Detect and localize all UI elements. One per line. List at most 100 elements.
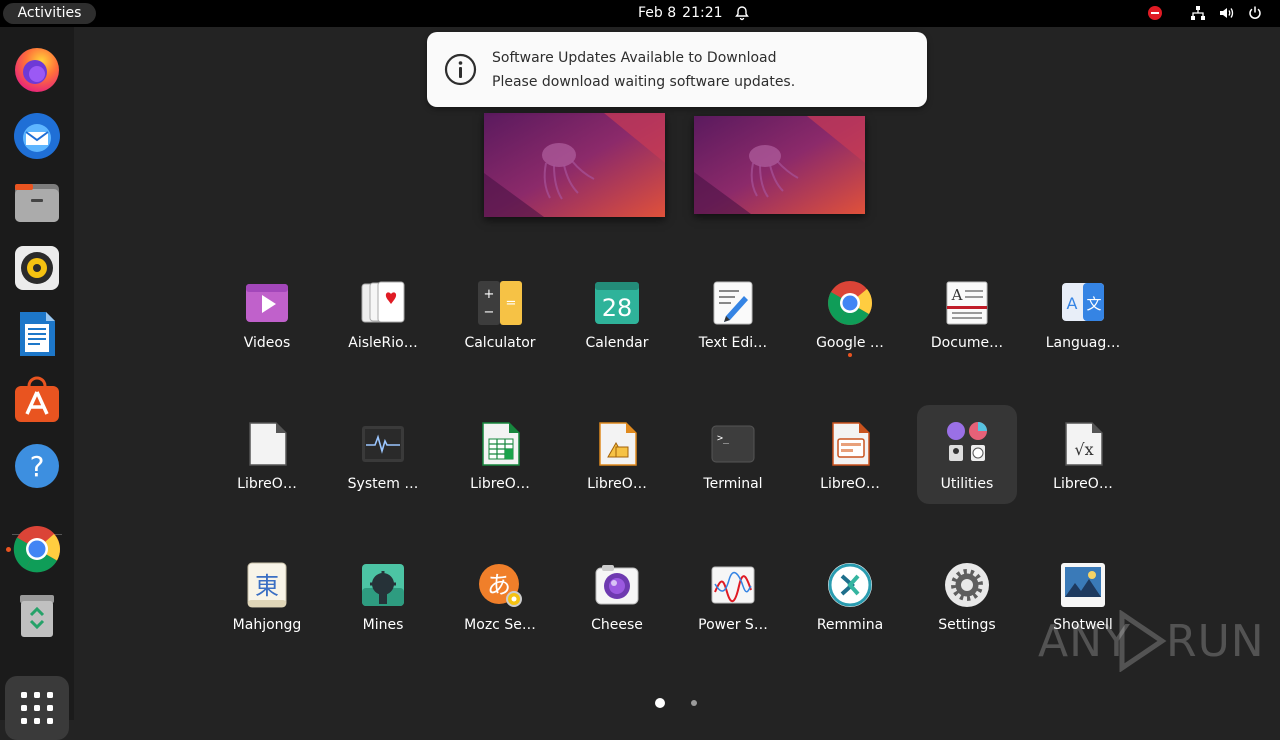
firefox-icon[interactable] (11, 43, 63, 95)
app-label: LibreO… (1053, 476, 1113, 492)
running-indicator (848, 353, 852, 357)
show-apps-button[interactable] (5, 676, 69, 740)
app-google-chrome[interactable]: Google … (800, 268, 900, 368)
libreoffice-calc-icon (482, 422, 520, 466)
app-mahjongg[interactable]: 東 Mahjongg (217, 550, 317, 650)
settings-icon (945, 563, 989, 607)
app-videos[interactable]: Videos (217, 268, 317, 368)
network-icon[interactable] (1190, 5, 1206, 21)
calculator-icon: + − = (478, 281, 522, 325)
app-document-viewer[interactable]: A Docume… (917, 268, 1017, 368)
chrome-icon (828, 281, 872, 325)
app-label: Languag… (1045, 335, 1121, 351)
app-label: Mahjongg (232, 617, 302, 633)
svg-text:?: ? (30, 450, 45, 483)
play-logo-icon (1119, 610, 1167, 672)
rhythmbox-icon[interactable] (11, 242, 63, 294)
clock-date: Feb 8 (638, 5, 677, 21)
app-mozc-setup[interactable]: あ Mozc Se… (450, 550, 550, 650)
notification-banner[interactable]: Software Updates Available to Download P… (427, 32, 927, 107)
app-calculator[interactable]: + − = Calculator (450, 268, 550, 368)
app-calendar[interactable]: 28 Calendar (567, 268, 667, 368)
app-aisleriot[interactable]: AisleRio… (333, 268, 433, 368)
app-label: LibreO… (237, 476, 297, 492)
app-settings[interactable]: Settings (917, 550, 1017, 650)
language-icon: A 文 (1062, 283, 1104, 321)
app-label: Terminal (703, 476, 763, 492)
svg-text:28: 28 (602, 294, 633, 322)
volume-icon[interactable] (1218, 5, 1234, 21)
app-label: Utilities (940, 476, 994, 492)
thunderbird-icon[interactable] (11, 110, 63, 162)
app-label: Docume… (930, 335, 1004, 351)
remmina-icon (828, 563, 872, 607)
libreoffice-draw-icon (599, 422, 637, 466)
power-icon[interactable] (1247, 5, 1263, 21)
workspace-thumbnail-2[interactable] (694, 116, 865, 214)
terminal-icon: >_ (711, 425, 755, 463)
top-bar: Activities Feb 8 21:21 (0, 0, 1280, 27)
clock-button[interactable]: Feb 8 21:21 (638, 4, 723, 22)
show-apps-grid-icon (21, 692, 53, 724)
app-label: Text Edi… (698, 335, 768, 351)
app-label: Mines (362, 617, 404, 633)
files-icon[interactable] (11, 176, 63, 228)
svg-text:=: = (506, 296, 517, 311)
app-label: Videos (243, 335, 291, 351)
svg-text:−: − (484, 305, 495, 320)
page-indicator-2[interactable] (691, 700, 697, 706)
svg-text:A: A (1067, 294, 1078, 313)
trash-icon[interactable] (11, 589, 63, 641)
notification-body: Please download waiting software updates… (492, 74, 796, 90)
page-indicator-1[interactable] (655, 698, 665, 708)
svg-text:文: 文 (1086, 295, 1101, 313)
svg-text:A: A (951, 286, 963, 304)
app-text-editor[interactable]: Text Edi… (683, 268, 783, 368)
app-label: Mozc Se… (464, 617, 536, 633)
mozc-icon: あ (479, 564, 522, 607)
text-editor-icon (713, 281, 753, 325)
do-not-disturb-icon[interactable] (1147, 5, 1163, 21)
app-mines[interactable]: Mines (333, 550, 433, 650)
app-libreoffice[interactable]: LibreO… (217, 409, 317, 509)
workspace-thumbnail-1[interactable] (484, 113, 665, 217)
svg-text:√x: √x (1074, 440, 1093, 459)
app-libreoffice-math[interactable]: √x LibreO… (1033, 409, 1133, 509)
utilities-folder-icon (947, 422, 987, 461)
mahjongg-icon: 東 (247, 562, 287, 608)
videos-icon (246, 284, 288, 322)
help-icon[interactable]: ? (11, 440, 63, 492)
app-libreoffice-draw[interactable]: LibreO… (567, 409, 667, 509)
document-viewer-icon: A (946, 281, 988, 325)
app-label: Calculator (464, 335, 536, 351)
libreoffice-impress-icon (832, 422, 870, 466)
app-label: Google … (816, 335, 884, 351)
bell-icon[interactable] (734, 5, 750, 21)
google-chrome-icon[interactable] (11, 523, 63, 575)
libreoffice-icon (249, 422, 287, 466)
folder-utilities[interactable]: Utilities (917, 405, 1017, 504)
app-label: LibreO… (587, 476, 647, 492)
app-remmina[interactable]: Remmina (800, 550, 900, 650)
app-label: Calendar (585, 335, 649, 351)
app-terminal[interactable]: >_ Terminal (683, 409, 783, 509)
info-icon (444, 53, 477, 86)
ubuntu-software-icon[interactable] (11, 374, 63, 426)
app-libreoffice-impress[interactable]: LibreO… (800, 409, 900, 509)
app-power-statistics[interactable]: Power S… (683, 550, 783, 650)
app-label: Power S… (698, 617, 768, 633)
svg-text:>_: >_ (717, 433, 730, 444)
activities-button[interactable]: Activities (3, 3, 96, 24)
libreoffice-writer-icon[interactable] (11, 308, 63, 360)
app-label: LibreO… (820, 476, 880, 492)
cheese-icon (595, 565, 639, 605)
app-language-support[interactable]: A 文 Languag… (1033, 268, 1133, 368)
app-libreoffice-calc[interactable]: LibreO… (450, 409, 550, 509)
shotwell-icon (1061, 563, 1105, 607)
libreoffice-math-icon: √x (1065, 422, 1103, 466)
clock-time: 21:21 (682, 5, 723, 21)
app-label: Settings (938, 617, 996, 633)
app-label: AisleRio… (348, 335, 418, 351)
app-system-monitor[interactable]: System … (333, 409, 433, 509)
app-cheese[interactable]: Cheese (567, 550, 667, 650)
